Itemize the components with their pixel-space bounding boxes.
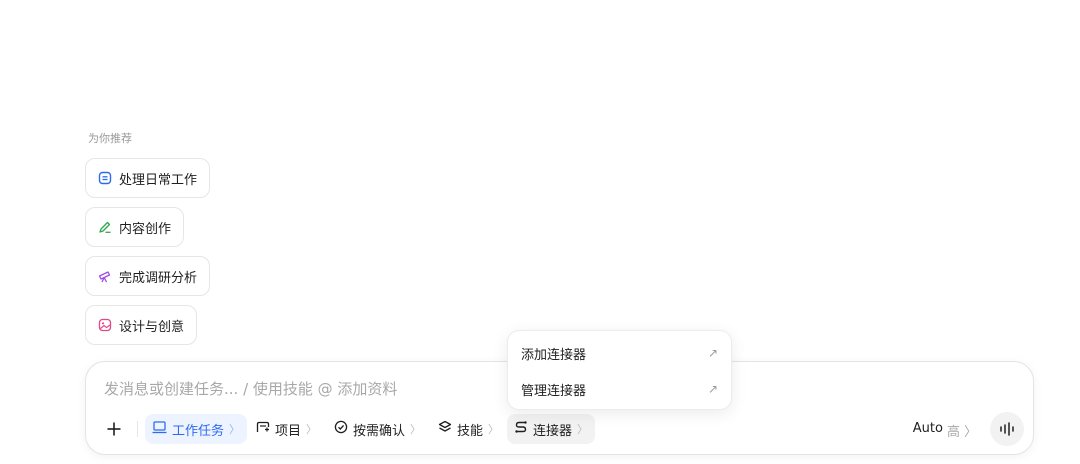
recommend-daily-work[interactable]: 处理日常工作	[85, 158, 211, 198]
chevron-right-icon: 〉	[306, 423, 318, 436]
daily-work-icon	[98, 171, 112, 185]
recommend-title: 为你推荐	[88, 132, 132, 145]
chevron-right-icon: 〉	[488, 423, 500, 436]
external-arrow-icon: ↗	[707, 346, 718, 360]
chevron-right-icon: 〉	[229, 423, 241, 436]
check-circle-icon	[334, 420, 348, 438]
chevron-right-icon: 〉	[577, 423, 589, 436]
chevron-right-icon: 〉	[963, 425, 977, 440]
add-connector-item[interactable]: 添加连接器 ↗	[508, 335, 731, 371]
connector-icon	[514, 420, 528, 438]
connectors-selector[interactable]: 连接器 〉	[507, 414, 596, 444]
work-task-selector[interactable]: 工作任务 〉	[145, 414, 248, 444]
recommend-label: 处理日常工作	[119, 172, 198, 188]
laptop-icon	[152, 420, 167, 438]
recommend-label: 内容创作	[119, 221, 172, 237]
add-button[interactable]	[100, 415, 128, 443]
waveform-icon	[1000, 422, 1014, 436]
composer-toolbar: 工作任务 〉 项目 〉 按需确认 〉 技能 〉 连接器 〉 Auto 高 〉	[86, 412, 1033, 446]
model-selector[interactable]: Auto 高 〉	[913, 421, 977, 440]
project-label: 项目	[275, 423, 302, 439]
recommend-label: 设计与创意	[119, 319, 185, 335]
skills-selector[interactable]: 技能 〉	[431, 414, 506, 444]
recommend-design-creative[interactable]: 设计与创意	[85, 305, 198, 345]
pen-icon	[98, 220, 112, 234]
work-task-label: 工作任务	[172, 423, 225, 439]
plus-icon	[107, 422, 121, 436]
image-icon	[98, 318, 112, 332]
message-input[interactable]: 发消息或创建任务... / 使用技能 @ 添加资料	[104, 378, 397, 399]
model-label: Auto	[912, 421, 943, 436]
level-label: 高	[946, 425, 960, 440]
toolbar-divider	[137, 421, 138, 437]
project-selector[interactable]: 项目 〉	[249, 414, 324, 444]
manage-connector-item[interactable]: 管理连接器 ↗	[508, 371, 731, 407]
telescope-icon	[98, 269, 112, 283]
recommend-label: 完成调研分析	[119, 270, 198, 286]
chevron-right-icon: 〉	[410, 423, 422, 436]
recommend-research-analysis[interactable]: 完成调研分析	[85, 256, 211, 296]
layers-icon	[438, 420, 452, 438]
confirm-mode-selector[interactable]: 按需确认 〉	[327, 414, 428, 444]
menu-item-label: 添加连接器	[521, 347, 587, 363]
recommend-content-creation[interactable]: 内容创作	[85, 207, 185, 247]
skills-label: 技能	[457, 423, 484, 439]
connector-menu: 添加连接器 ↗ 管理连接器 ↗	[507, 330, 732, 410]
confirm-mode-label: 按需确认	[353, 423, 406, 439]
menu-item-label: 管理连接器	[521, 383, 587, 399]
voice-input-button[interactable]	[990, 412, 1024, 446]
external-arrow-icon: ↗	[707, 382, 718, 396]
project-icon	[256, 421, 270, 438]
connectors-label: 连接器	[533, 423, 573, 439]
